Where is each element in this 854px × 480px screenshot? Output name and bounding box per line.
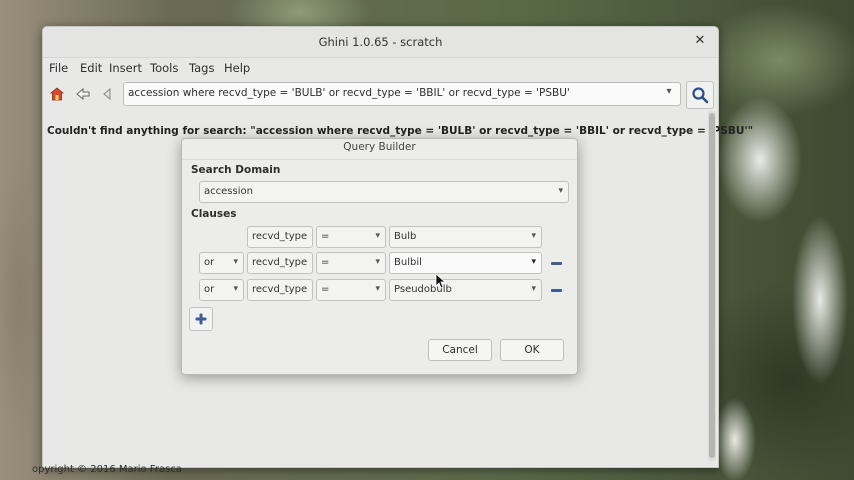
clause-1-field-value: recvd_type — [252, 231, 308, 242]
window-title: Ghini 1.0.65 - scratch — [318, 35, 443, 49]
mouse-cursor-icon — [435, 273, 445, 289]
remove-icon — [550, 288, 562, 292]
search-input[interactable]: accession where recvd_type = 'BULB' or r… — [123, 82, 681, 106]
clause-2-value-text: Bulbil — [394, 257, 422, 268]
remove-clause-2-button[interactable] — [546, 253, 566, 273]
scrollbar-thumb[interactable] — [709, 113, 715, 458]
clause-2-field[interactable]: recvd_type — [247, 252, 313, 274]
chevron-down-icon: ▾ — [375, 231, 380, 241]
search-domain-label: Search Domain — [191, 164, 281, 176]
clause-3-value[interactable]: Pseudobulb ▾ — [389, 279, 542, 301]
title-bar[interactable]: Ghini 1.0.65 - scratch ✕ — [43, 27, 718, 58]
chevron-down-icon: ▾ — [531, 231, 536, 241]
clause-1-value[interactable]: Bulb ▾ — [389, 226, 542, 248]
clause-3-connector-value: or — [204, 284, 215, 295]
clause-2-operator[interactable]: = ▾ — [316, 252, 386, 274]
remove-clause-3-button[interactable] — [546, 280, 566, 300]
chevron-down-icon: ▾ — [531, 257, 536, 267]
menu-edit[interactable]: Edit — [80, 61, 102, 75]
dialog-title: Query Builder — [182, 139, 577, 160]
clause-1-operator-value: = — [321, 231, 330, 242]
clause-3-field-value: recvd_type — [252, 284, 308, 295]
results-scrollbar[interactable] — [708, 111, 716, 461]
chevron-down-icon: ▾ — [233, 284, 238, 294]
clause-2-connector-value: or — [204, 257, 215, 268]
chevron-down-icon: ▾ — [558, 186, 563, 196]
back-button[interactable] — [72, 83, 94, 105]
clause-1-value-text: Bulb — [394, 231, 417, 242]
cancel-button[interactable]: Cancel — [428, 339, 492, 361]
close-icon[interactable]: ✕ — [692, 33, 708, 49]
clause-3-operator[interactable]: = ▾ — [316, 279, 386, 301]
home-icon — [49, 87, 65, 101]
add-icon — [195, 313, 207, 325]
copyright-text: opyright © 2016 Mario Frasca — [32, 464, 182, 475]
clause-2-connector[interactable]: or ▾ — [199, 252, 244, 274]
chevron-down-icon: ▾ — [375, 284, 380, 294]
menu-bar: File Edit Insert Tools Tags Help — [43, 58, 718, 80]
menu-tools[interactable]: Tools — [150, 61, 178, 75]
add-clause-button[interactable] — [189, 307, 213, 331]
clause-1-operator[interactable]: = ▾ — [316, 226, 386, 248]
clause-3-operator-value: = — [321, 284, 330, 295]
clause-2-field-value: recvd_type — [252, 257, 308, 268]
menu-file[interactable]: File — [49, 61, 68, 75]
search-status-message: Couldn't find anything for search: "acce… — [47, 125, 754, 137]
clause-3-connector[interactable]: or ▾ — [199, 279, 244, 301]
back-icon — [76, 87, 90, 101]
search-domain-value: accession — [204, 186, 253, 197]
history-button[interactable] — [98, 83, 120, 105]
search-query-text: accession where recvd_type = 'BULB' or r… — [128, 87, 570, 99]
chevron-down-icon: ▾ — [375, 257, 380, 267]
clause-2-operator-value: = — [321, 257, 330, 268]
history-icon — [103, 87, 111, 101]
menu-help[interactable]: Help — [224, 61, 250, 75]
dropdown-icon[interactable]: ▾ — [662, 86, 676, 100]
ok-button[interactable]: OK — [500, 339, 564, 361]
query-builder-dialog: Query Builder Search Domain accession ▾ … — [181, 138, 578, 375]
home-button[interactable] — [46, 83, 68, 105]
clause-3-field[interactable]: recvd_type — [247, 279, 313, 301]
clause-2-value[interactable]: Bulbil ▾ — [389, 252, 542, 274]
menu-tags[interactable]: Tags — [189, 61, 214, 75]
search-icon — [692, 87, 709, 104]
chevron-down-icon: ▾ — [233, 257, 238, 267]
clauses-label: Clauses — [191, 208, 237, 220]
remove-icon — [550, 261, 562, 265]
menu-insert[interactable]: Insert — [109, 61, 142, 75]
clause-1-field[interactable]: recvd_type — [247, 226, 313, 248]
search-button[interactable] — [686, 81, 714, 109]
chevron-down-icon: ▾ — [531, 284, 536, 294]
toolbar: accession where recvd_type = 'BULB' or r… — [43, 80, 718, 109]
search-domain-select[interactable]: accession ▾ — [199, 181, 569, 203]
